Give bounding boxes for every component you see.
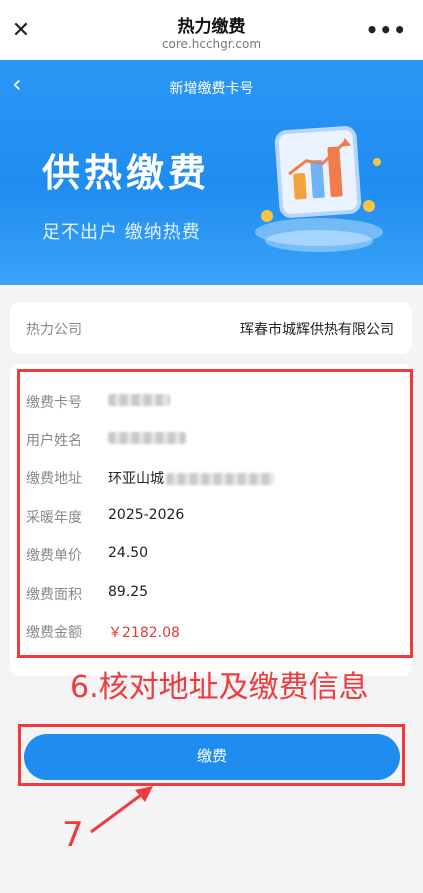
chart-illustration (255, 118, 405, 273)
nav-title: 新增缴费卡号 (169, 81, 254, 97)
more-icon[interactable]: ••• (366, 18, 407, 42)
coin-icon (261, 210, 273, 222)
annotation-step-6: 6.核对地址及缴费信息 (70, 670, 369, 705)
coin-icon (363, 200, 375, 212)
illustration-pedestal-top (255, 218, 383, 246)
page-url: core.hcchgr.com (161, 37, 262, 51)
pay-button[interactable]: 缴费 (24, 734, 400, 780)
banner-headline: 供热缴费 (42, 151, 211, 195)
hero-banner: ‹ 新增缴费卡号 供热缴费 足不出户 缴纳热费 (0, 60, 423, 285)
company-card: 热力公司 珲春市城辉供热有限公司 (10, 302, 412, 354)
company-label: 热力公司 (26, 322, 82, 338)
page-title: 热力缴费 (177, 17, 246, 37)
banner-subtitle: 足不出户 缴纳热费 (42, 222, 201, 243)
trend-arrow-icon (288, 138, 352, 176)
arrow-annotation (90, 786, 153, 834)
company-value: 珲春市城辉供热有限公司 (240, 322, 394, 338)
coin-icon (373, 158, 381, 166)
illustration-board (274, 125, 362, 219)
annotation-step-7: 7 (62, 815, 84, 855)
annotation-highlight-box (17, 369, 413, 658)
browser-topbar: ✕ 热力缴费 core.hcchgr.com ••• (0, 0, 423, 60)
